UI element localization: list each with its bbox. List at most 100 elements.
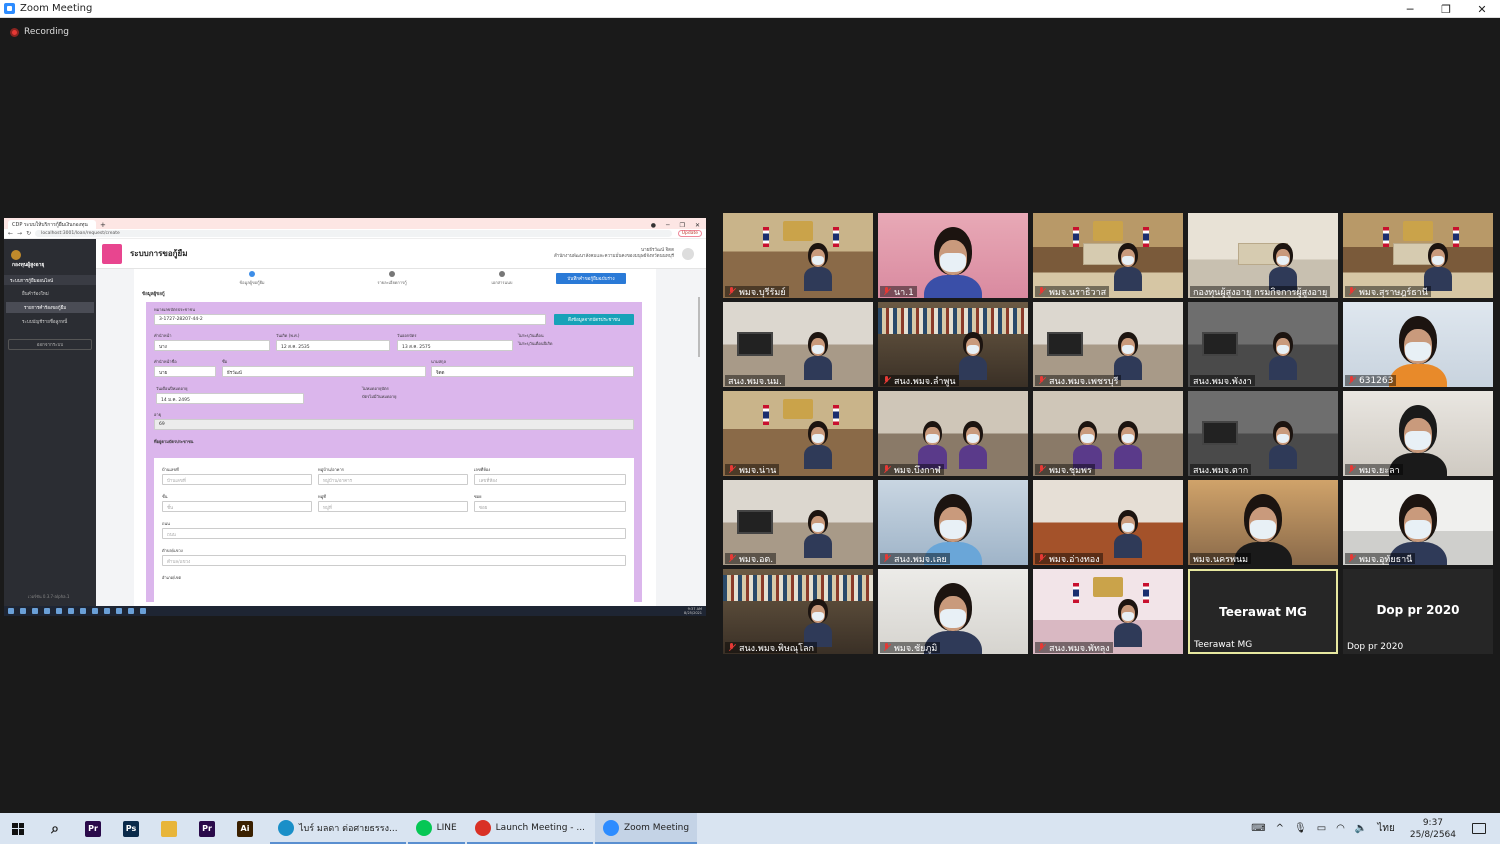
photoshop-icon[interactable]: Ps <box>112 813 150 844</box>
reload-icon[interactable]: ↻ <box>26 230 31 237</box>
logout-button[interactable]: ออกจากระบบ <box>8 339 92 350</box>
floor-input[interactable]: ชั้น <box>162 501 312 512</box>
soi-input[interactable]: ซอย <box>474 501 626 512</box>
participant-tile[interactable]: พมจ.ชุมพร <box>1033 391 1183 476</box>
village-label: หมู่บ้าน/อาคาร <box>318 467 344 472</box>
premiere-icon-2[interactable]: Pr <box>188 813 226 844</box>
minimize-icon[interactable]: ─ <box>666 222 670 229</box>
house-input[interactable]: บ้านเลขที่ <box>162 474 312 485</box>
participant-tile[interactable]: Teerawat MG Teerawat MG <box>1188 569 1338 654</box>
avatar[interactable] <box>682 247 694 260</box>
step-applicant[interactable]: ข้อมูลผู้ขอกู้ยืม <box>212 271 292 286</box>
participant-tile[interactable]: พมจ.สุราษฎร์ธานี <box>1343 213 1493 298</box>
folder-icon-glyph <box>161 820 177 837</box>
volume-icon[interactable]: 🔈 <box>1355 823 1367 834</box>
close-button[interactable]: ✕ <box>1464 0 1500 18</box>
participant-tile[interactable]: สนง.พมจ.ลำพูน <box>878 302 1028 387</box>
app-icon <box>102 243 122 264</box>
participant-tile[interactable]: พมจ.อ่างทอง <box>1033 480 1183 565</box>
url-field[interactable]: localhost:3001/loan/request/create <box>35 230 672 237</box>
folder-icon[interactable] <box>150 813 188 844</box>
language-indicator[interactable]: ไทย <box>1377 821 1394 836</box>
participant-tile[interactable]: Dop pr 2020 Dop pr 2020 <box>1343 569 1493 654</box>
name-input[interactable]: ธีรวัฒน์ <box>222 366 426 377</box>
moo-input[interactable]: หมู่ที่ <box>318 501 468 512</box>
nodate-checkbox[interactable]: ไม่ระบุวันเดือนปีเกิด <box>518 340 553 347</box>
recording-indicator[interactable]: Recording <box>10 27 69 37</box>
scrollbar[interactable] <box>698 297 700 357</box>
line-app[interactable]: LINE <box>407 813 465 844</box>
chevron-up-icon[interactable]: ^ <box>1276 823 1284 834</box>
participant-tile[interactable]: พมจ.บุรีรัมย์ <box>723 213 873 298</box>
start-button[interactable] <box>0 813 36 844</box>
account-icon[interactable]: ● <box>651 222 656 229</box>
illustrator-icon[interactable]: Ai <box>226 813 264 844</box>
subdistrict-select[interactable]: ตำบล/แขวง <box>162 555 626 566</box>
maximize-icon[interactable]: ❐ <box>680 222 685 229</box>
participant-tile[interactable]: พมจ.นครพนม <box>1188 480 1338 565</box>
notification-icon[interactable] <box>1472 823 1486 834</box>
participant-tile[interactable]: สนง.พมจ.พัทลุง <box>1033 569 1183 654</box>
issue-input[interactable]: 13 ส.ค. 2575 <box>397 340 513 351</box>
noexpire-checkbox[interactable]: บัตรไม่มีวันหมดอายุ <box>362 393 396 400</box>
sidebar-group[interactable]: ระบบการกู้ยืมออนไลน์ <box>4 275 96 285</box>
battery-icon[interactable]: ▭ <box>1317 823 1326 834</box>
address-card: บ้านเลขที่ บ้านเลขที่ หมู่บ้าน/อาคาร หมู… <box>154 458 634 602</box>
microphone-icon[interactable]: 🎙 <box>1294 823 1307 834</box>
update-button[interactable]: Update <box>677 230 702 237</box>
id-input[interactable]: 3-1727-28207-44-2 <box>154 314 546 325</box>
minimize-button[interactable]: ─ <box>1392 0 1428 18</box>
dob-input[interactable]: 12 ส.ค. 2535 <box>276 340 390 351</box>
search-icon[interactable]: ⌕ <box>36 813 74 844</box>
chrome-app[interactable]: Launch Meeting - ... <box>466 813 593 844</box>
taskbar-clock[interactable]: 9:37 25/8/2564 <box>1410 817 1456 841</box>
chrome-app-label: Launch Meeting - ... <box>495 822 585 833</box>
participant-display-name: Dop pr 2020 <box>1376 603 1460 617</box>
maximize-button[interactable]: ❐ <box>1428 0 1464 18</box>
surname-input[interactable]: จิตต <box>431 366 634 377</box>
participant-tile[interactable]: พมจ.ชัยภูมิ <box>878 569 1028 654</box>
participant-tile[interactable]: สนง.พมจ.เพชรบุรี <box>1033 302 1183 387</box>
keyboard-icon[interactable]: ⌨ <box>1251 823 1265 834</box>
room-input[interactable]: เลขที่ห้อง <box>474 474 626 485</box>
step-attachments[interactable]: เอกสารแนบ <box>462 271 542 286</box>
new-tab-icon[interactable]: + <box>100 221 106 229</box>
participant-tile[interactable]: นา.1 <box>878 213 1028 298</box>
title-input[interactable]: นาง <box>154 340 270 351</box>
participant-tile[interactable]: กองทุนผู้สูงอายุ กรมกิจการผู้สูงอายุ <box>1188 213 1338 298</box>
premiere-icon[interactable]: Pr <box>74 813 112 844</box>
browser-tab[interactable]: CDP ระบบให้บริการกู้ยืมเงินกองทุน <box>8 220 96 229</box>
fetch-id-button[interactable]: ดึงข้อมูลจากบัตรประชาชน <box>554 314 634 325</box>
edge-app[interactable]: ไบร์ มลดา ต่อศายธรรง... <box>270 813 406 844</box>
shared-screen[interactable]: CDP ระบบให้บริการกู้ยืมเงินกองทุน + ● ─ ❐ ✕… <box>4 218 706 616</box>
participant-tile[interactable]: 631263 <box>1343 302 1493 387</box>
participant-tile[interactable]: พมจ.ยะลา <box>1343 391 1493 476</box>
participant-tile[interactable]: สนง.พมจ.พังงา <box>1188 302 1338 387</box>
wifi-icon[interactable]: ◠ <box>1336 823 1345 834</box>
sidebar-item-new-request[interactable]: ยื่นคำร้องใหม่ <box>4 288 96 299</box>
expire-input[interactable]: 14 ม.ค. 2495 <box>156 393 304 404</box>
participant-tile[interactable]: สนง.พมจ.นม. <box>723 302 873 387</box>
participant-tile[interactable]: พมจ.อุทัยธานี <box>1343 480 1493 565</box>
step-details[interactable]: รายละเอียดการกู้ <box>352 271 432 286</box>
prefix-select[interactable]: นาย <box>154 366 216 377</box>
zoom-app[interactable]: Zoom Meeting <box>594 813 698 844</box>
sidebar-item-debtors[interactable]: ระบบบัญชีรายชื่อลูกหนี้ <box>4 316 96 327</box>
village-input[interactable]: หมู่บ้าน/อาคาร <box>318 474 468 485</box>
forward-icon[interactable]: → <box>17 230 22 237</box>
save-draft-button[interactable]: บันทึกคำขอกู้ยืมฉบับร่าง <box>556 273 626 284</box>
participant-tile[interactable]: สนง.พมจ.เลย <box>878 480 1028 565</box>
participant-display-name: Teerawat MG <box>1219 605 1307 619</box>
back-icon[interactable]: ← <box>8 230 13 237</box>
thai-flag <box>1143 227 1149 247</box>
participant-tile[interactable]: พมจ.บึงกาฬ <box>878 391 1028 476</box>
house-label: บ้านเลขที่ <box>162 467 179 472</box>
participant-tile[interactable]: สนง.พมจ.ตาก <box>1188 391 1338 476</box>
participant-tile[interactable]: พมจ.น่าน <box>723 391 873 476</box>
participant-tile[interactable]: พมจ.อต. <box>723 480 873 565</box>
close-icon[interactable]: ✕ <box>695 222 700 229</box>
participant-tile[interactable]: สนง.พมจ.พิษณุโลก <box>723 569 873 654</box>
participant-tile[interactable]: พมจ.นราธิวาส <box>1033 213 1183 298</box>
sidebar-item-request-list[interactable]: รายการคำร้องขอกู้ยืม <box>6 302 94 313</box>
road-input[interactable]: ถนน <box>162 528 626 539</box>
